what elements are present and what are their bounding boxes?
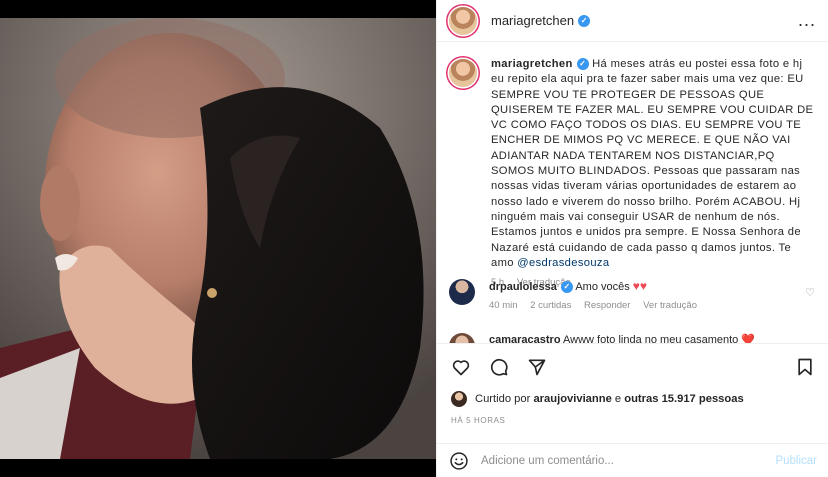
like-comment-heart-icon[interactable]: ♡ bbox=[805, 286, 815, 299]
comment-username[interactable]: drpaulolessa bbox=[489, 281, 557, 293]
author-avatar[interactable] bbox=[449, 6, 477, 35]
liker-username[interactable]: araujovivianne bbox=[533, 393, 611, 405]
likes-prefix: Curtido por bbox=[475, 393, 531, 405]
comment-text: camaracastro Awww foto linda no meu casa… bbox=[489, 333, 789, 343]
verified-badge-icon: ✓ bbox=[576, 58, 589, 71]
author-username[interactable]: mariagretchen bbox=[491, 13, 574, 28]
liker-avatar[interactable] bbox=[451, 391, 467, 407]
verified-badge-icon: ✓ bbox=[578, 14, 591, 27]
verified-badge-icon: ✓ bbox=[560, 281, 573, 294]
comment-input[interactable] bbox=[481, 454, 761, 467]
caption-avatar[interactable] bbox=[449, 59, 477, 87]
like-heart-icon[interactable] bbox=[449, 355, 473, 379]
comment-body: Amo vocês bbox=[575, 281, 630, 293]
add-comment-bar: Publicar bbox=[437, 443, 828, 477]
post-timestamp[interactable]: HÁ 5 HORAS bbox=[451, 416, 505, 425]
post-media-panel bbox=[0, 0, 436, 477]
comment-item: drpaulolessa ✓ Amo vocês ♥♥ 40 min 2 curt… bbox=[449, 279, 819, 311]
comment-username[interactable]: camaracastro bbox=[489, 334, 561, 343]
comment-body: Awww foto linda no meu casamento ❤️ bbox=[563, 334, 756, 343]
post-photo-image bbox=[0, 18, 436, 459]
comments-section[interactable]: mariagretchen ✓ Há meses atrás eu postei … bbox=[437, 43, 828, 343]
red-heart-icon: ♥♥ bbox=[632, 279, 648, 293]
comment-avatar[interactable] bbox=[449, 279, 475, 305]
likes-joiner: e bbox=[614, 393, 622, 405]
caption-mention[interactable]: @esdrasdesouza bbox=[517, 257, 609, 269]
more-options-icon[interactable]: ... bbox=[798, 10, 816, 31]
comment-likes[interactable]: 2 curtidas bbox=[530, 300, 571, 311]
comment-text: drpaulolessa ✓ Amo vocês ♥♥ bbox=[489, 279, 789, 294]
likes-others[interactable]: outras 15.917 pessoas bbox=[624, 393, 743, 405]
comment-avatar[interactable] bbox=[449, 333, 475, 343]
share-paper-plane-icon[interactable] bbox=[525, 355, 549, 379]
post-photo[interactable] bbox=[0, 18, 436, 459]
caption: mariagretchen ✓ Há meses atrás eu postei … bbox=[449, 57, 819, 288]
save-bookmark-icon[interactable] bbox=[793, 355, 817, 379]
likes-summary: Curtido por araujovivianne e outras 15.9… bbox=[451, 391, 744, 407]
caption-username[interactable]: mariagretchen bbox=[491, 58, 573, 70]
post-details-panel: mariagretchen ✓ ... mariagretchen ✓ Há me… bbox=[436, 0, 828, 477]
post-actions-bar bbox=[437, 343, 828, 389]
comment-item: camaracastro Awww foto linda no meu casa… bbox=[449, 333, 819, 343]
comment-see-translation[interactable]: Ver tradução bbox=[643, 300, 697, 311]
comment-bubble-icon[interactable] bbox=[487, 355, 511, 379]
post-header: mariagretchen ✓ ... bbox=[437, 0, 828, 42]
comment-reply[interactable]: Responder bbox=[584, 300, 630, 311]
comment-time: 40 min bbox=[489, 300, 518, 311]
emoji-icon[interactable] bbox=[449, 451, 469, 471]
comment-meta: 40 min 2 curtidas Responder Ver tradução bbox=[489, 300, 789, 311]
caption-body: Há meses atrás eu postei essa foto e hj … bbox=[491, 58, 814, 269]
caption-text: mariagretchen ✓ Há meses atrás eu postei … bbox=[491, 57, 817, 271]
publish-button[interactable]: Publicar bbox=[775, 455, 817, 467]
